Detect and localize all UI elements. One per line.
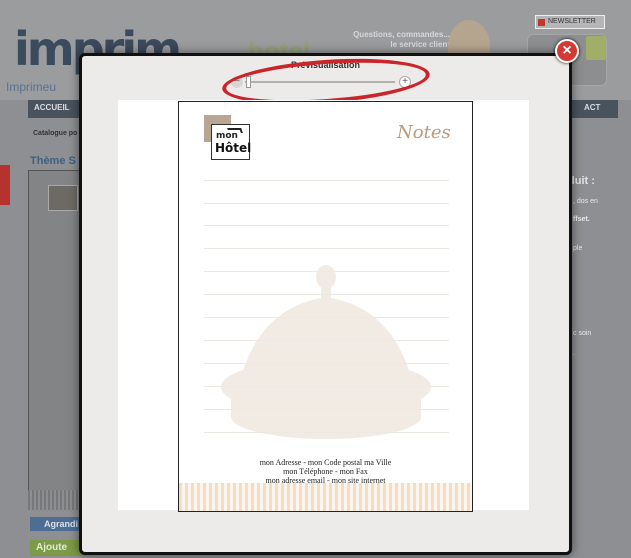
logo-text-mon: mon: [216, 131, 238, 141]
product-info-line: c soin: [573, 330, 592, 337]
customer-service-text[interactable]: Questions, commandes... le service clien…: [340, 30, 450, 50]
ruled-line: [204, 203, 449, 204]
ruled-line: [204, 432, 449, 433]
ruled-line: [204, 317, 449, 318]
product-info-line: ple: [573, 245, 583, 252]
theme-title: Thème S: [30, 155, 76, 167]
shopping-bag-icon: [586, 36, 606, 60]
ruled-line: [204, 294, 449, 295]
contact-line-1: Questions, commandes...: [353, 30, 450, 39]
footer-stripes: [179, 483, 472, 511]
ruled-line: [204, 248, 449, 249]
product-info-line: , dos en: [573, 198, 598, 205]
product-info-line: ffset.: [573, 216, 590, 223]
address-line-2: mon Téléphone - mon Fax: [283, 467, 368, 476]
close-button[interactable]: ×: [555, 39, 579, 63]
arrow-left-icon[interactable]: [0, 165, 10, 205]
logo-text-hotel: Hôtel: [215, 141, 252, 155]
nav-item-contact[interactable]: ACT: [584, 103, 600, 112]
product-info-heading: duit :: [568, 175, 595, 187]
address-line-1: mon Adresse - mon Code postal ma Ville: [259, 458, 392, 467]
mon-hotel-logo: mon Hôtel: [211, 124, 252, 160]
crown-watermark-icon: [221, 265, 431, 439]
product-info-line: .: [573, 350, 575, 357]
contact-line-2: le service client: [390, 40, 450, 49]
ruled-line: [204, 340, 449, 341]
notes-heading: Notes: [397, 122, 451, 143]
thumbnail-logo: [48, 185, 78, 211]
breadcrumb[interactable]: Catalogue po: [33, 130, 77, 137]
ruled-line: [204, 386, 449, 387]
ruled-line: [204, 271, 449, 272]
site-subtitle: Imprimeu: [6, 80, 57, 94]
notepad-page: mon Hôtel Notes mon Adresse - mon Code p…: [178, 101, 473, 512]
ruled-line: [204, 225, 449, 226]
ruled-line: [204, 180, 449, 181]
nav-item-accueil[interactable]: ACCUEIL: [34, 103, 70, 112]
address-block: mon Adresse - mon Code postal ma Ville m…: [179, 458, 472, 485]
ruled-line: [204, 409, 449, 410]
newsletter-button[interactable]: NEWSLETTER: [535, 15, 605, 29]
ruled-line: [204, 363, 449, 364]
